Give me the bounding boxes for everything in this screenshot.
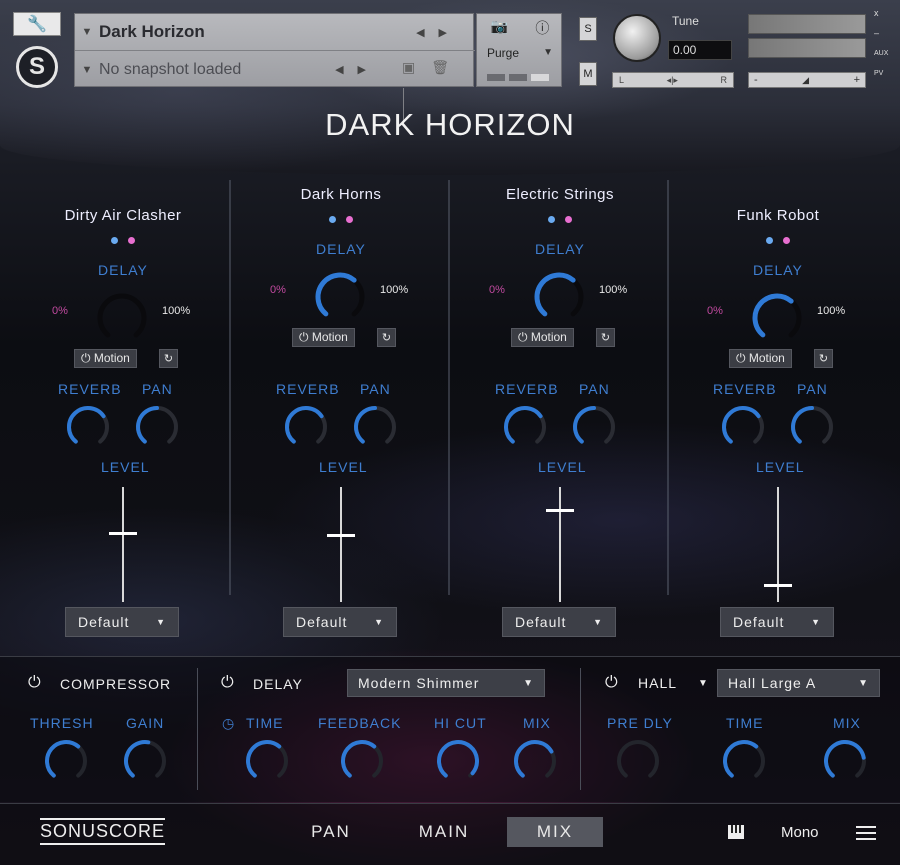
tab-mix[interactable]: MIX	[507, 817, 603, 847]
hall-mix-knob[interactable]	[824, 740, 866, 778]
hall-time-knob[interactable]	[723, 740, 765, 778]
delay-mix-knob[interactable]	[514, 740, 556, 778]
thresh-knob[interactable]	[45, 740, 87, 778]
keyboard-icon[interactable]	[727, 823, 745, 841]
delay-time-knob[interactable]	[246, 740, 288, 778]
tab-main[interactable]: MAIN	[396, 817, 492, 847]
sonuscore-brand: SONUSCORE	[40, 818, 166, 845]
mono-mode[interactable]: Mono	[781, 824, 819, 841]
hall-predly-knob[interactable]	[617, 740, 659, 778]
menu-icon[interactable]	[856, 826, 876, 844]
delay-feedback-knob[interactable]	[341, 740, 383, 778]
delay-hicut-knob[interactable]	[437, 740, 479, 778]
effect-knobs	[45, 740, 866, 778]
gain-knob[interactable]	[124, 740, 166, 778]
tab-pan[interactable]: PAN	[283, 817, 379, 847]
